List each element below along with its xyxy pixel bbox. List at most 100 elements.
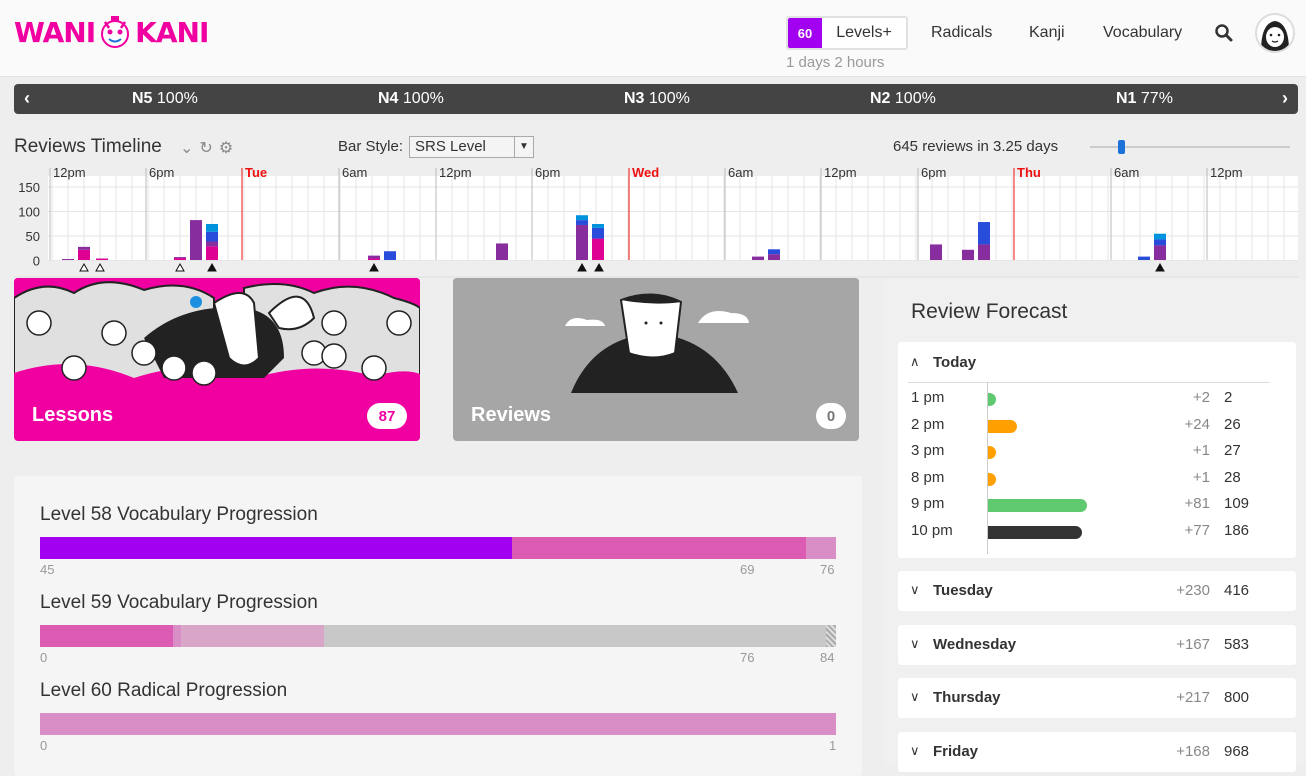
forecast-hour-bar <box>988 393 996 406</box>
forecast-hour-bar <box>988 446 996 459</box>
nav-vocabulary[interactable]: Vocabulary <box>1103 24 1182 42</box>
logo-text-left: WANI <box>14 15 96 49</box>
forecast-hour: 9 pm <box>911 495 945 512</box>
timeline-bar-segment[interactable] <box>962 249 974 260</box>
forecast-day-friday[interactable]: ∨ Friday +168 968 <box>898 732 1296 772</box>
reviews-card[interactable]: Reviews 0 <box>453 278 859 441</box>
refresh-icon[interactable]: ↻ <box>199 138 212 158</box>
timeline-bar-segment[interactable] <box>576 224 588 260</box>
timeline-bar-segment[interactable] <box>206 223 218 232</box>
time-label: 12pm <box>439 165 472 180</box>
timeline-bar-segment[interactable] <box>1154 239 1166 246</box>
time-label: 6am <box>1114 165 1139 180</box>
nav-radicals[interactable]: Radicals <box>931 24 992 42</box>
collapse-chevron-icon[interactable]: ⌄ <box>180 138 193 158</box>
bar-style-label: Bar Style: <box>338 138 404 155</box>
level-up-marker[interactable] <box>577 262 587 272</box>
logo-text-right: KANI <box>135 15 209 49</box>
forecast-day-thursday[interactable]: ∨ Thursday +217 800 <box>898 678 1296 718</box>
forecast-hour: 10 pm <box>911 521 953 539</box>
timeline-bar-segment[interactable] <box>576 215 588 221</box>
wanikani-logo[interactable]: WANI KANI <box>14 12 209 52</box>
timeline-bar-segment[interactable] <box>190 220 202 260</box>
top-header: WANI KANI 60 Levels+ 1 days 2 hours Radi… <box>0 0 1306 77</box>
timeline-bar-segment[interactable] <box>930 244 942 260</box>
levels-menu-button[interactable]: 60 Levels+ <box>786 16 908 50</box>
timeline-bar-segment[interactable] <box>1138 256 1150 260</box>
time-label: Thu <box>1017 165 1041 180</box>
nav-kanji[interactable]: Kanji <box>1029 24 1065 42</box>
time-label: Wed <box>632 165 659 180</box>
forecast-day-tuesday[interactable]: ∨ Tuesday +230 416 <box>898 571 1296 611</box>
timeline-bar-segment[interactable] <box>368 255 380 259</box>
timeline-bar-segment[interactable] <box>206 241 218 247</box>
chevron-up-icon[interactable]: ∧ <box>910 354 920 370</box>
timeline-bar-segment[interactable] <box>206 246 218 260</box>
progression-bar-60[interactable] <box>40 713 836 735</box>
forecast-hour-bar <box>988 525 1082 539</box>
timeline-bar-segment[interactable] <box>592 227 604 239</box>
lesson-marker[interactable] <box>79 262 89 272</box>
level-up-marker[interactable] <box>207 262 217 272</box>
forecast-day-increment: +217 <box>1176 689 1210 706</box>
jlpt-next-arrow-icon[interactable]: › <box>1282 88 1288 109</box>
tick-start: 0 <box>40 738 48 753</box>
forecast-hour-total: 2 <box>1224 389 1233 406</box>
timeline-bar-segment[interactable] <box>1154 233 1166 240</box>
timeline-bar-segment[interactable] <box>78 246 90 250</box>
timeline-bar-segment[interactable] <box>768 254 780 260</box>
timeline-bar-segment[interactable] <box>592 238 604 260</box>
lessons-label: Lessons <box>32 404 114 426</box>
level-up-marker[interactable] <box>369 262 379 272</box>
lesson-marker[interactable] <box>175 262 185 272</box>
tick-end: 84 <box>820 650 835 665</box>
forecast-hour-row: 9 pm +81 109 <box>898 495 1296 519</box>
timeline-bar-segment[interactable] <box>206 231 218 242</box>
forecast-day-wednesday[interactable]: ∨ Wednesday +167 583 <box>898 625 1296 665</box>
lessons-card[interactable]: Lessons 87 <box>14 278 420 441</box>
timeline-range-thumb[interactable] <box>1118 140 1125 154</box>
search-icon[interactable] <box>1214 23 1234 43</box>
bar-style-select[interactable]: SRS Level ▼ <box>409 136 534 158</box>
avatar-face-icon <box>1261 21 1289 51</box>
timeline-bar-segment[interactable] <box>496 243 508 260</box>
time-label: 6pm <box>921 165 946 180</box>
progression-bar-58[interactable] <box>40 537 836 559</box>
forecast-hour-row: 2 pm +24 26 <box>898 416 1296 440</box>
timeline-tools: ⌄ ↻ ⚙ <box>180 138 233 158</box>
level-up-marker[interactable] <box>594 262 604 272</box>
timeline-bar-segment[interactable] <box>174 258 186 260</box>
timeline-bar-segment[interactable] <box>978 222 990 245</box>
timeline-bar-segment[interactable] <box>368 258 380 260</box>
gear-icon[interactable]: ⚙ <box>219 138 233 158</box>
timeline-bar-segment[interactable] <box>592 223 604 228</box>
timeline-bar-segment[interactable] <box>174 257 186 259</box>
timeline-bar-segment[interactable] <box>576 220 588 225</box>
lessons-illustration <box>14 278 420 403</box>
y-tick-label: 150 <box>18 180 40 195</box>
forecast-day-label: Thursday <box>933 689 1001 706</box>
chevron-down-icon: ∨ <box>910 582 920 597</box>
jlpt-prev-arrow-icon[interactable]: ‹ <box>24 88 30 109</box>
progression-bar-59[interactable] <box>40 625 836 647</box>
level-up-marker[interactable] <box>1155 262 1165 272</box>
forecast-today-label[interactable]: Today <box>933 354 976 371</box>
timeline-bar-segment[interactable] <box>96 258 108 260</box>
timeline-bar-segment[interactable] <box>1154 245 1166 260</box>
timeline-bar-segment[interactable] <box>768 249 780 255</box>
forecast-hour-bar <box>988 472 996 486</box>
tick-end: 76 <box>820 562 835 577</box>
time-label: 6am <box>728 165 753 180</box>
timeline-bar-segment[interactable] <box>78 249 90 260</box>
time-label: 12pm <box>824 165 857 180</box>
timeline-bar-segment[interactable] <box>978 244 990 260</box>
forecast-day-total: 800 <box>1224 689 1250 706</box>
timeline-bar-segment[interactable] <box>752 256 764 260</box>
lesson-marker[interactable] <box>95 262 105 272</box>
user-avatar[interactable] <box>1255 13 1295 53</box>
forecast-hour-bar <box>988 419 1018 433</box>
timeline-bar-segment[interactable] <box>384 251 396 260</box>
reviews-summary: 645 reviews in 3.25 days <box>893 138 1059 155</box>
timeline-bar-segment[interactable] <box>62 259 74 260</box>
divider <box>908 382 1270 383</box>
